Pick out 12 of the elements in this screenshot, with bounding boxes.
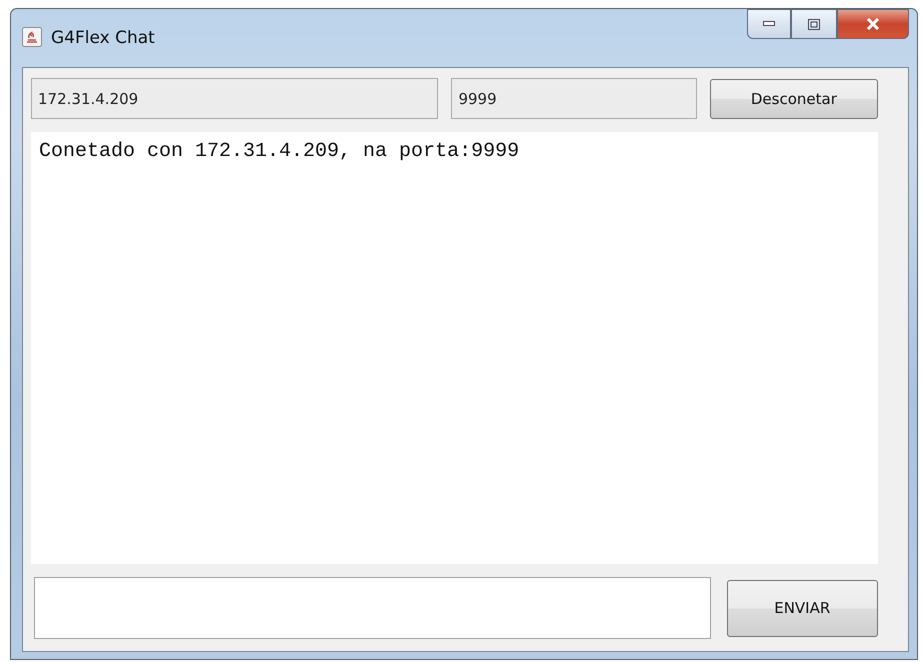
maximize-button[interactable]	[791, 9, 837, 39]
window-title: G4Flex Chat	[51, 28, 155, 48]
minimize-icon	[763, 21, 775, 27]
message-field[interactable]	[34, 577, 711, 639]
maximize-icon	[808, 18, 820, 30]
disconnect-button[interactable]: Desconetar	[710, 78, 878, 118]
send-button[interactable]: ENVIAR	[726, 580, 878, 636]
coffee-cup-icon	[22, 27, 42, 47]
close-icon	[866, 18, 880, 30]
minimize-button[interactable]	[747, 9, 791, 39]
chat-message: Conetado con 172.31.4.209, na porta:9999	[39, 140, 520, 163]
close-button[interactable]	[837, 9, 909, 39]
